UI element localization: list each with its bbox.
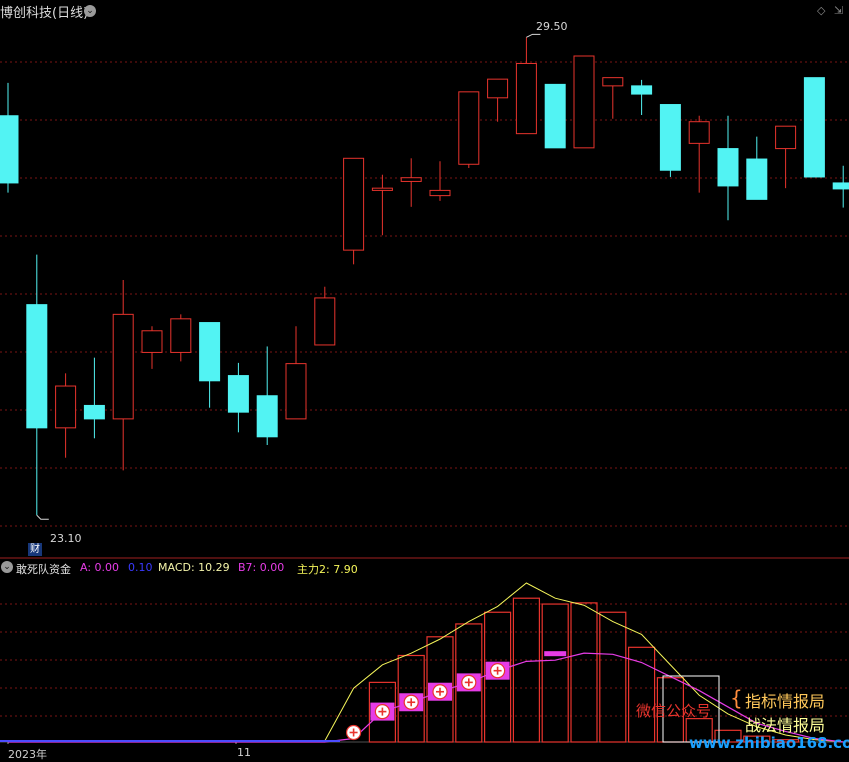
high-price-pointer	[526, 33, 541, 38]
candle-body	[227, 375, 249, 413]
candle-body	[371, 187, 393, 191]
candle-body	[55, 385, 77, 429]
watermark-left: 微信公众号	[636, 702, 712, 720]
low-price-label: 23.10	[50, 532, 82, 545]
candle-body	[199, 322, 221, 382]
indicator-a-value: A: 0.00	[80, 561, 120, 574]
candle-body	[717, 148, 739, 187]
price-chart[interactable]	[0, 0, 849, 560]
indicator-name[interactable]: 敢死队资金	[16, 561, 71, 577]
candle-body	[832, 182, 849, 190]
macd-bar	[627, 646, 656, 743]
candle-body	[515, 62, 537, 135]
financial-report-badge[interactable]: 财	[28, 543, 42, 556]
low-price-pointer	[36, 514, 49, 520]
candle-body	[170, 318, 192, 353]
macd-bar	[541, 603, 569, 743]
candle-body	[659, 104, 681, 171]
candle-body	[775, 125, 797, 150]
watermark-right-top: 指标情报局	[745, 692, 826, 711]
candle-body	[631, 85, 653, 95]
candle-body	[285, 363, 307, 420]
candle-body	[429, 189, 451, 197]
signal-block	[544, 651, 567, 657]
candle-body	[83, 404, 105, 420]
macd-bar	[512, 597, 541, 743]
watermark-right-bottom: 战法情报局	[745, 716, 826, 735]
candle-body	[256, 395, 278, 438]
macd-bar	[570, 602, 598, 743]
candle-body	[573, 55, 595, 149]
x-axis-label-month: 11	[237, 746, 251, 759]
candle-body	[400, 177, 422, 182]
high-price-label: 29.50	[536, 20, 568, 33]
indicator-b7-value: B7: 0.00	[238, 561, 285, 574]
watermark-brace: {	[730, 686, 743, 710]
candle-body	[746, 158, 768, 200]
candle-body	[0, 115, 19, 184]
candle-body	[314, 297, 336, 346]
candle-body	[458, 91, 480, 165]
main2-line	[8, 582, 844, 743]
indicator-main-value: 主力2: 7.90	[297, 563, 358, 576]
candle-body	[688, 121, 710, 144]
candle-body	[112, 313, 134, 420]
indicator-a2-value: 0.10	[128, 561, 153, 574]
x-axis-label-year: 2023年	[8, 748, 47, 761]
candle-body	[343, 157, 365, 251]
candle-body	[141, 330, 163, 353]
candle-body	[803, 77, 825, 178]
indicator-header: ⌄ 敢死队资金 A: 0.00 0.10 MACD: 10.29 B7: 0.0…	[0, 558, 849, 576]
candle-body	[544, 83, 566, 149]
candle-body	[602, 77, 624, 87]
x-axis: 2023年 11	[0, 744, 849, 762]
indicator-chart[interactable]	[0, 576, 849, 744]
b7-line	[8, 652, 844, 743]
candle-body	[487, 78, 509, 99]
indicator-macd-value: MACD: 10.29	[158, 561, 230, 574]
indicator-menu-icon[interactable]: ⌄	[1, 561, 13, 573]
candle-body	[26, 304, 48, 429]
